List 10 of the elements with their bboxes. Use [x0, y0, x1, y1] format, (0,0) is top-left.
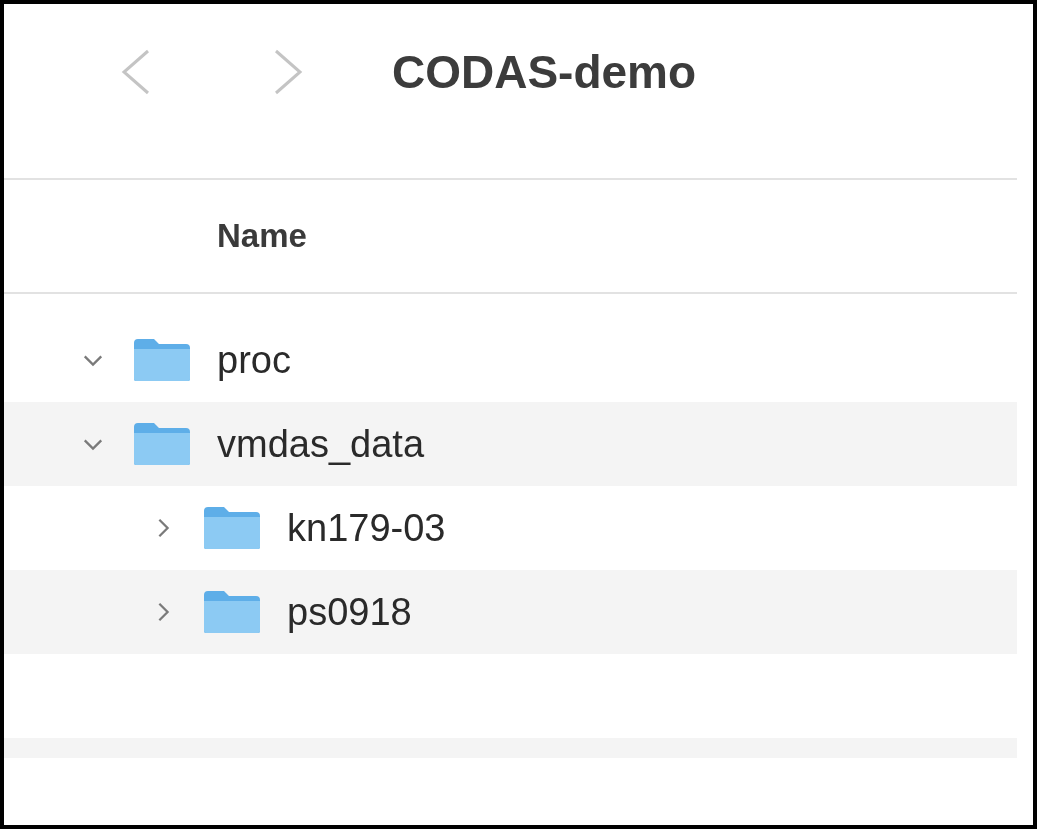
folder-icon [132, 421, 192, 467]
folder-name[interactable]: kn179-03 [287, 506, 446, 550]
folder-icon [202, 589, 262, 635]
window-title: CODAS-demo [392, 45, 697, 99]
folder-name[interactable]: proc [217, 338, 291, 382]
folder-name[interactable]: vmdas_data [217, 422, 424, 466]
column-header[interactable]: Name [217, 217, 307, 255]
folder-icon [202, 505, 262, 551]
folder-name[interactable]: ps0918 [287, 590, 412, 634]
folder-icon [132, 337, 192, 383]
